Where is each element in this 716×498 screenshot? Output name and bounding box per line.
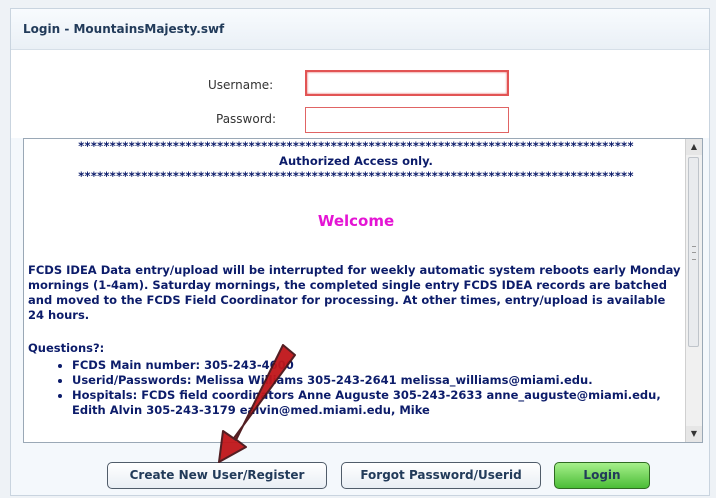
list-item: Hospitals: FCDS field coordinators Anne … <box>72 388 684 418</box>
username-input[interactable] <box>305 70 509 96</box>
scrollbar-thumb[interactable] <box>688 157 699 347</box>
vertical-scrollbar[interactable]: ▲ ▼ <box>685 139 702 442</box>
scroll-down-arrow-icon[interactable]: ▼ <box>686 426 702 442</box>
grip-icon <box>692 246 696 260</box>
welcome-heading: Welcome <box>317 212 395 230</box>
login-form: Username: Password: <box>11 50 709 138</box>
scroll-up-arrow-icon[interactable]: ▲ <box>686 139 702 155</box>
questions-heading: Questions?: <box>28 341 105 355</box>
login-window: Login - MountainsMajesty.swf Username: P… <box>10 8 710 496</box>
password-input[interactable] <box>305 107 509 133</box>
title-bar: Login - MountainsMajesty.swf <box>11 9 709 50</box>
authorized-text: Authorized Access only. <box>279 154 433 168</box>
contact-list: FCDS Main number: 305-243-4600 Userid/Pa… <box>28 358 684 418</box>
message-content: ****************************************… <box>24 139 688 442</box>
stars-bottom: ****************************************… <box>78 169 634 183</box>
list-item: FCDS Main number: 305-243-4600 <box>72 358 684 373</box>
forgot-password-button[interactable]: Forgot Password/Userid <box>341 462 541 489</box>
username-label: Username: <box>208 78 274 92</box>
list-item: Userid/Passwords: Melissa Williams 305-2… <box>72 373 684 388</box>
password-label: Password: <box>216 112 277 126</box>
create-user-button[interactable]: Create New User/Register <box>107 462 327 489</box>
reboot-notice: FCDS IDEA Data entry/upload will be inte… <box>28 263 681 322</box>
login-button[interactable]: Login <box>554 462 650 489</box>
window-title: Login - MountainsMajesty.swf <box>23 22 225 36</box>
stars-top: ****************************************… <box>78 139 634 153</box>
message-panel[interactable]: ****************************************… <box>23 138 703 443</box>
